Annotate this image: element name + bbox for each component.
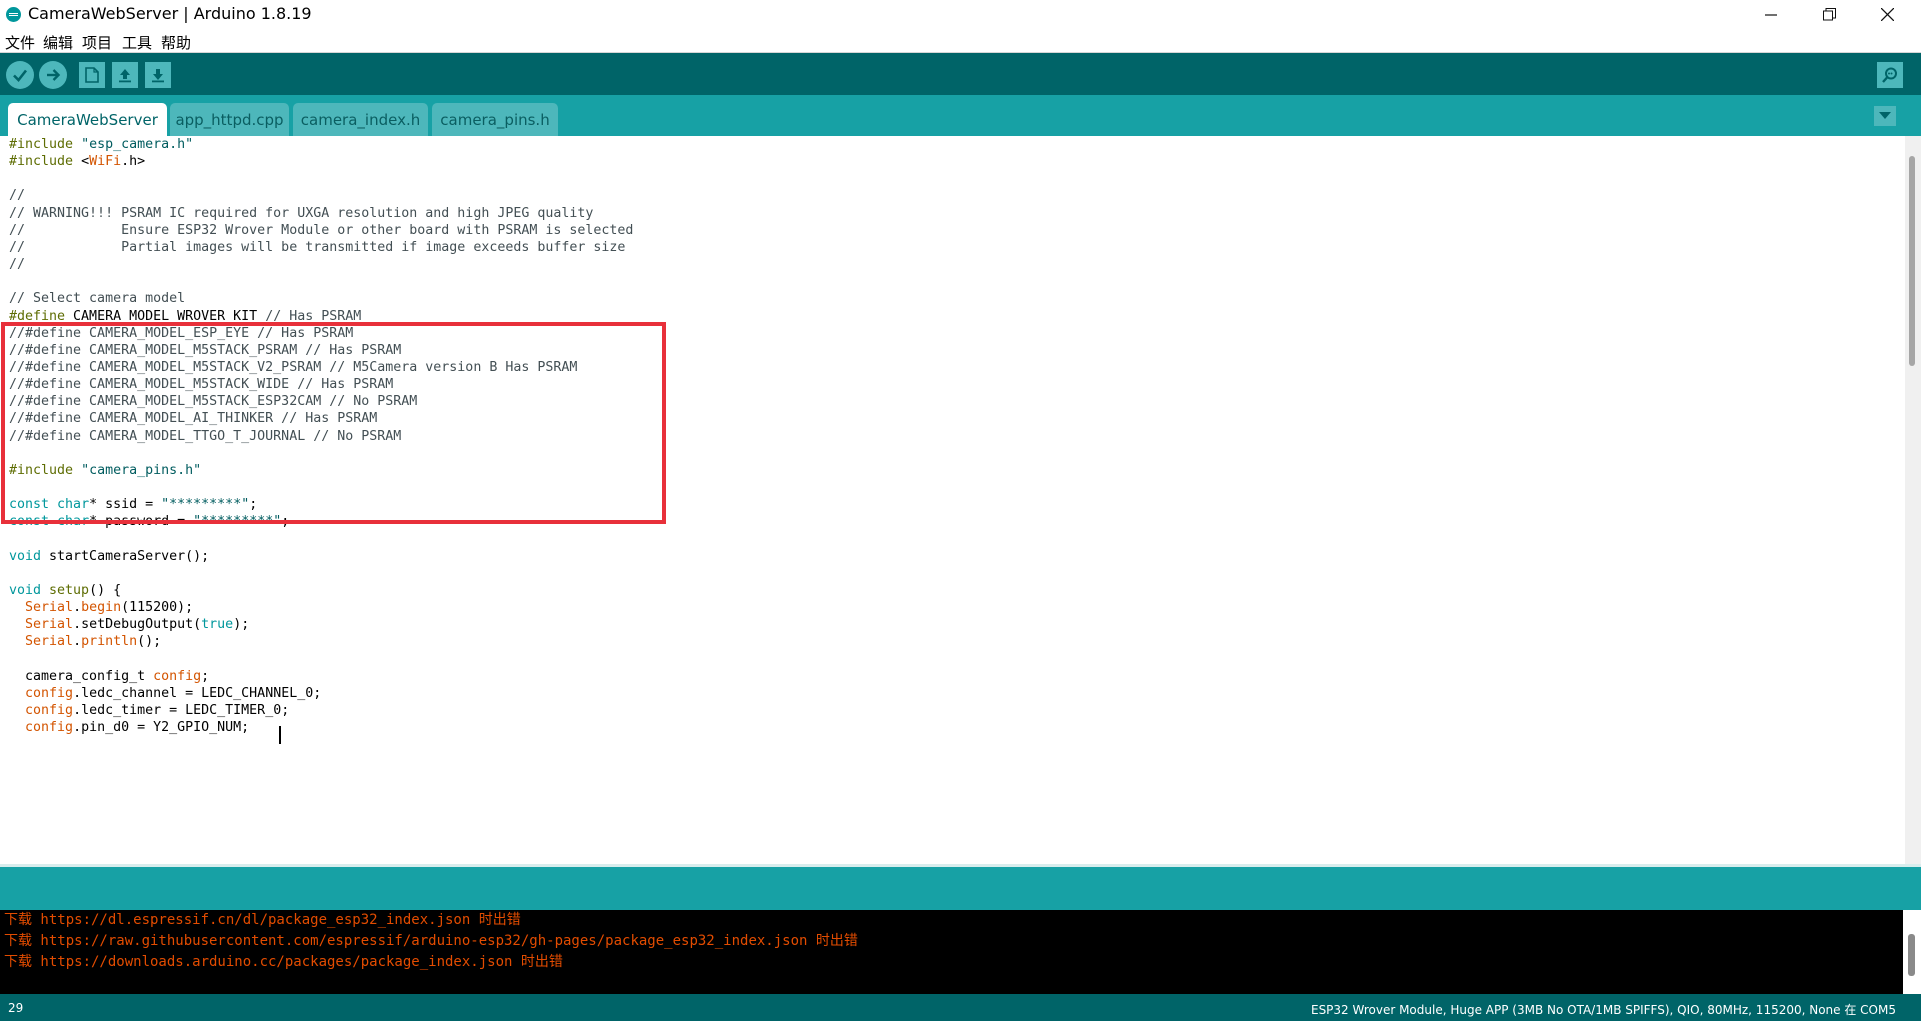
restore-icon	[1822, 8, 1836, 21]
code-line: #include <WiFi.h>	[9, 154, 146, 170]
tab-menu-button[interactable]	[1874, 106, 1896, 126]
editor-scrollbar-thumb[interactable]	[1909, 156, 1915, 366]
restore-button[interactable]	[1800, 0, 1858, 29]
menu-help[interactable]: 帮助	[161, 32, 191, 53]
editor-scrollbar[interactable]	[1905, 136, 1921, 864]
code-line: //	[9, 257, 26, 273]
window-title: CameraWebServer | Arduino 1.8.19	[28, 4, 312, 23]
verify-button[interactable]	[6, 61, 34, 89]
console-header	[0, 864, 1921, 910]
upload-button[interactable]	[39, 61, 67, 89]
console-output: 下载 https://dl.espressif.cn/dl/package_es…	[0, 910, 1903, 994]
tab-camera-index[interactable]: camera_index.h	[293, 103, 428, 136]
save-icon	[152, 69, 164, 83]
console-scrollbar-thumb[interactable]	[1908, 934, 1915, 976]
open-sketch-button[interactable]	[112, 62, 138, 88]
close-window-button[interactable]	[1858, 0, 1916, 29]
close-icon	[1880, 8, 1894, 21]
code-line: // Partial images will be transmitted if…	[9, 239, 626, 255]
verify-icon	[13, 69, 28, 82]
minimize-button[interactable]	[1742, 0, 1800, 29]
title-bar: CameraWebServer | Arduino 1.8.19	[0, 0, 1921, 29]
console-line: 下载 https://downloads.arduino.cc/packages…	[4, 954, 563, 970]
new-icon	[85, 67, 99, 83]
menu-edit[interactable]: 编辑	[43, 32, 73, 53]
serial-monitor-button[interactable]	[1877, 62, 1903, 88]
toolbar	[0, 53, 1921, 95]
new-sketch-button[interactable]	[79, 62, 105, 88]
save-sketch-button[interactable]	[145, 62, 171, 88]
camera-model-highlight	[1, 322, 666, 524]
line-number: 29	[8, 1001, 24, 1015]
upload-icon	[47, 69, 61, 81]
chevron-down-icon	[1879, 112, 1891, 119]
menu-file[interactable]: 文件	[5, 32, 35, 53]
tab-bar: CameraWebServer app_httpd.cpp camera_ind…	[0, 95, 1921, 136]
minimize-icon	[1765, 13, 1777, 16]
menu-bar: 文件 编辑 项目 工具 帮助	[0, 29, 1921, 53]
tab-camerawebserver[interactable]: CameraWebServer	[8, 103, 167, 136]
console-line: 下载 https://dl.espressif.cn/dl/package_es…	[4, 912, 521, 928]
open-icon	[119, 69, 131, 83]
arduino-logo-icon	[6, 7, 21, 22]
console-scrollbar[interactable]	[1903, 910, 1921, 994]
menu-sketch[interactable]: 项目	[82, 32, 112, 53]
text-caret	[279, 726, 281, 744]
code-line: void startCameraServer();	[9, 548, 210, 564]
code-line: Serial.println();	[25, 634, 162, 650]
console-line: 下载 https://raw.githubusercontent.com/esp…	[4, 933, 858, 949]
menu-tools[interactable]: 工具	[122, 32, 152, 53]
status-bar: 29 ESP32 Wrover Module, Huge APP (3MB No…	[0, 994, 1921, 1021]
board-info: ESP32 Wrover Module, Huge APP (3MB No OT…	[1310, 1003, 1896, 1017]
serial-monitor-icon	[1882, 67, 1897, 83]
code-line: config.pin_d0 = Y2_GPIO_NUM;	[25, 720, 250, 736]
tab-app-httpd[interactable]: app_httpd.cpp	[170, 103, 289, 136]
tab-camera-pins[interactable]: camera_pins.h	[432, 103, 558, 136]
